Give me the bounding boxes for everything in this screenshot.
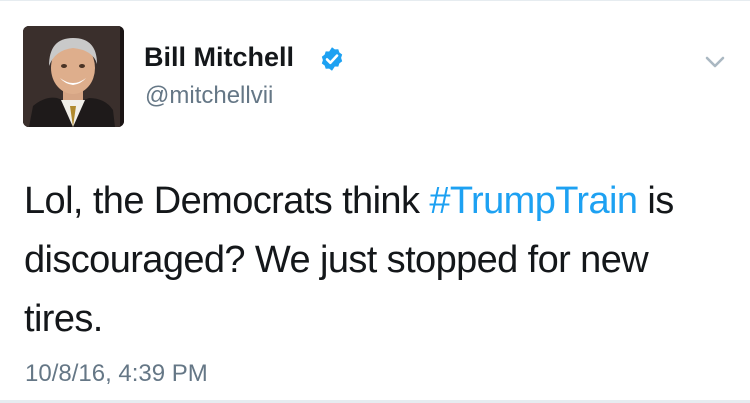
avatar-caption: yourvoiceradio — [123, 30, 124, 126]
display-name[interactable]: Bill Mitchell — [144, 42, 294, 73]
verified-badge-icon — [321, 47, 343, 71]
avatar[interactable]: yourvoiceradio — [23, 26, 124, 127]
tweet-timestamp[interactable]: 10/8/16, 4:39 PM — [25, 360, 208, 388]
avatar-photo — [23, 26, 124, 127]
hashtag-link[interactable]: #TrumpTrain — [429, 180, 638, 222]
chevron-down-icon[interactable] — [699, 48, 731, 76]
user-handle[interactable]: @mitchellvii — [145, 82, 273, 110]
tweet-text: Lol, the Democrats think #TrumpTrain is … — [24, 172, 729, 349]
tweet-text-start: Lol, the Democrats think — [24, 180, 430, 222]
top-divider — [0, 0, 750, 1]
